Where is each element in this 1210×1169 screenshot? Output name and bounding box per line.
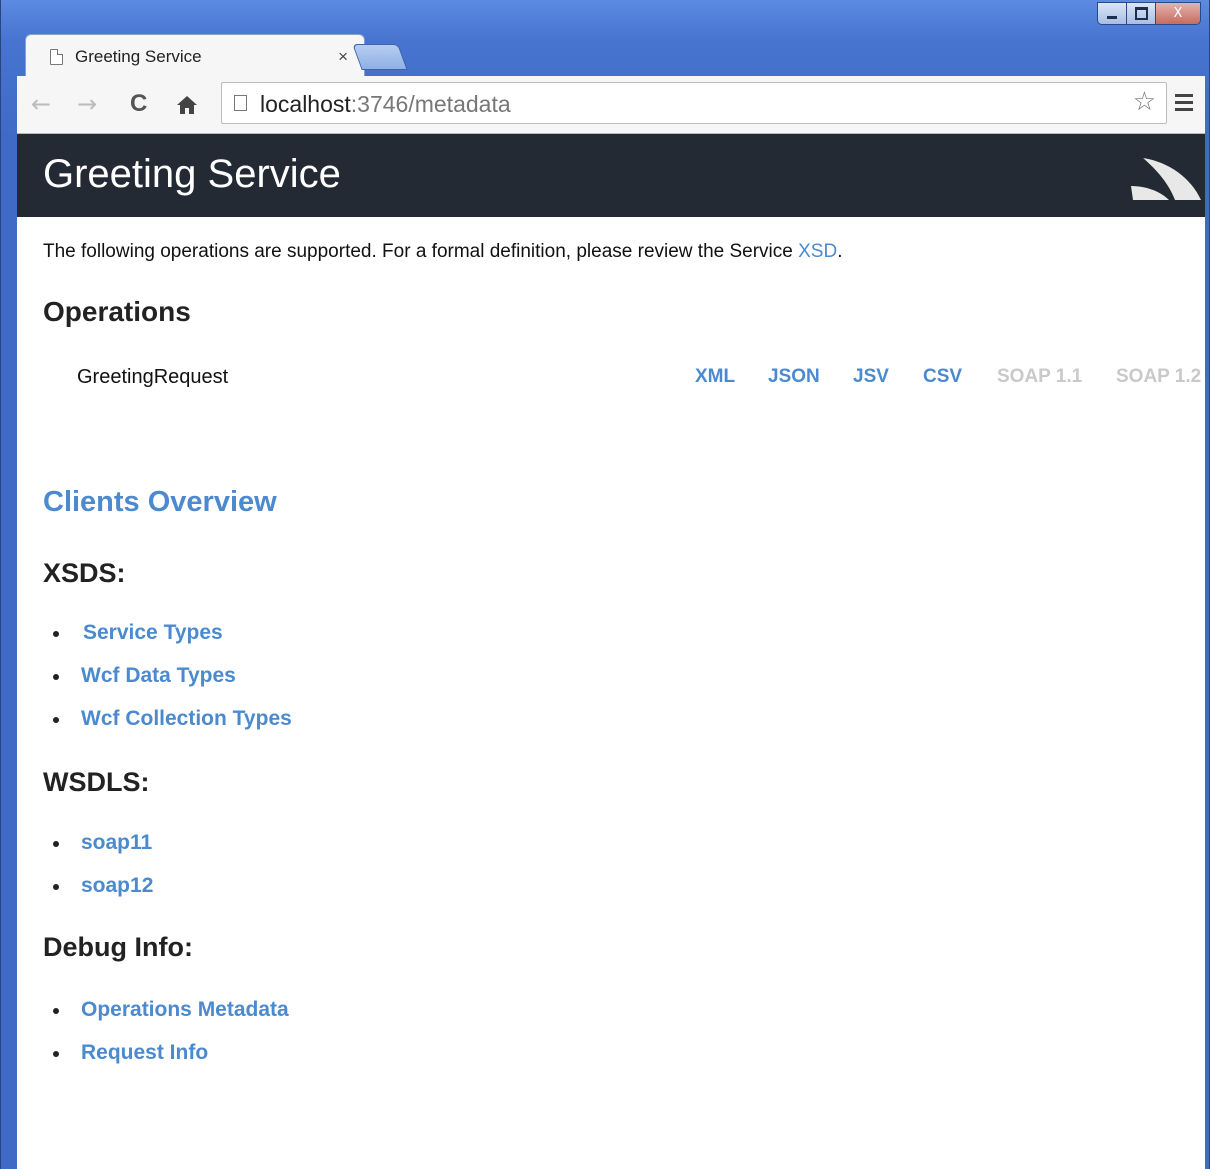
star-icon[interactable]: ☆	[1133, 87, 1156, 117]
browser-tab[interactable]: Greeting Service ×	[25, 34, 365, 76]
xsds-list: Service Types Wcf Data Types Wcf Collect…	[43, 620, 292, 749]
page-title: Greeting Service	[43, 152, 341, 196]
list-item: Service Types	[43, 620, 292, 663]
reload-icon[interactable]: C	[130, 90, 147, 118]
browser-window: X Greeting Service × ← → C localhost:374…	[0, 0, 1210, 1169]
operation-row: GreetingRequest XML JSON JSV CSV SOAP 1.…	[17, 366, 1205, 396]
format-link-json[interactable]: JSON	[768, 366, 820, 388]
format-link-soap11: SOAP 1.1	[997, 366, 1083, 387]
intro-copy: The following operations are supported. …	[43, 241, 799, 262]
page-icon	[50, 49, 63, 65]
page-header: Greeting Service	[17, 134, 1205, 217]
clients-overview-link[interactable]: Clients Overview	[43, 486, 277, 519]
intro-end: .	[837, 241, 843, 262]
list-item: soap12	[43, 873, 153, 916]
servicestack-logo-icon	[1131, 158, 1201, 200]
intro-text: The following operations are supported. …	[43, 241, 842, 263]
page-icon	[234, 95, 247, 111]
operations-heading: Operations	[43, 296, 191, 327]
window-controls: X	[1097, 2, 1201, 25]
wsdls-heading: WSDLS:	[43, 767, 150, 797]
tab-title: Greeting Service	[75, 47, 202, 66]
format-link-xml[interactable]: XML	[695, 366, 735, 388]
xsd-link[interactable]: XSD	[798, 241, 837, 262]
format-link-csv[interactable]: CSV	[923, 366, 962, 388]
address-text[interactable]: localhost:3746/metadata	[260, 91, 511, 118]
request-info-link[interactable]: Request Info	[81, 1040, 208, 1066]
xsds-heading: XSDS:	[43, 558, 126, 588]
debug-info-heading: Debug Info:	[43, 932, 193, 962]
operation-name: GreetingRequest	[77, 366, 229, 388]
window-close-button[interactable]: X	[1156, 3, 1200, 24]
maximize-icon	[1134, 7, 1148, 20]
maximize-button[interactable]	[1127, 3, 1156, 24]
debug-info-list: Operations Metadata Request Info	[43, 997, 289, 1083]
list-item: Wcf Collection Types	[43, 706, 292, 749]
wcf-data-types-link[interactable]: Wcf Data Types	[81, 663, 236, 689]
list-item: soap11	[43, 830, 153, 873]
browser-toolbar: ← → C localhost:3746/metadata ☆	[17, 76, 1205, 134]
address-path: :3746/metadata	[350, 91, 511, 117]
format-link-jsv[interactable]: JSV	[853, 366, 889, 388]
address-bar[interactable]: localhost:3746/metadata ☆	[221, 82, 1167, 124]
home-icon[interactable]	[175, 94, 199, 116]
soap11-link[interactable]: soap11	[81, 830, 152, 856]
list-item: Operations Metadata	[43, 997, 289, 1040]
minimize-icon	[1107, 16, 1117, 19]
back-arrow-icon[interactable]: ←	[31, 90, 51, 118]
wcf-collection-types-link[interactable]: Wcf Collection Types	[81, 706, 292, 732]
forward-arrow-icon[interactable]: →	[77, 90, 97, 118]
tab-close-icon[interactable]: ×	[338, 47, 348, 67]
menu-icon[interactable]	[1175, 94, 1193, 115]
page-content: Greeting Service The following operation…	[17, 134, 1205, 1169]
service-types-link[interactable]: Service Types	[83, 620, 223, 646]
minimize-button[interactable]	[1098, 3, 1127, 24]
soap12-link[interactable]: soap12	[81, 873, 153, 899]
wsdls-list: soap11 soap12	[43, 830, 153, 916]
operations-metadata-link[interactable]: Operations Metadata	[81, 997, 289, 1023]
list-item: Wcf Data Types	[43, 663, 292, 706]
new-tab-button[interactable]	[352, 44, 408, 70]
list-item: Request Info	[43, 1040, 289, 1083]
format-link-soap12: SOAP 1.2	[1116, 366, 1202, 387]
address-host: localhost	[260, 91, 351, 117]
